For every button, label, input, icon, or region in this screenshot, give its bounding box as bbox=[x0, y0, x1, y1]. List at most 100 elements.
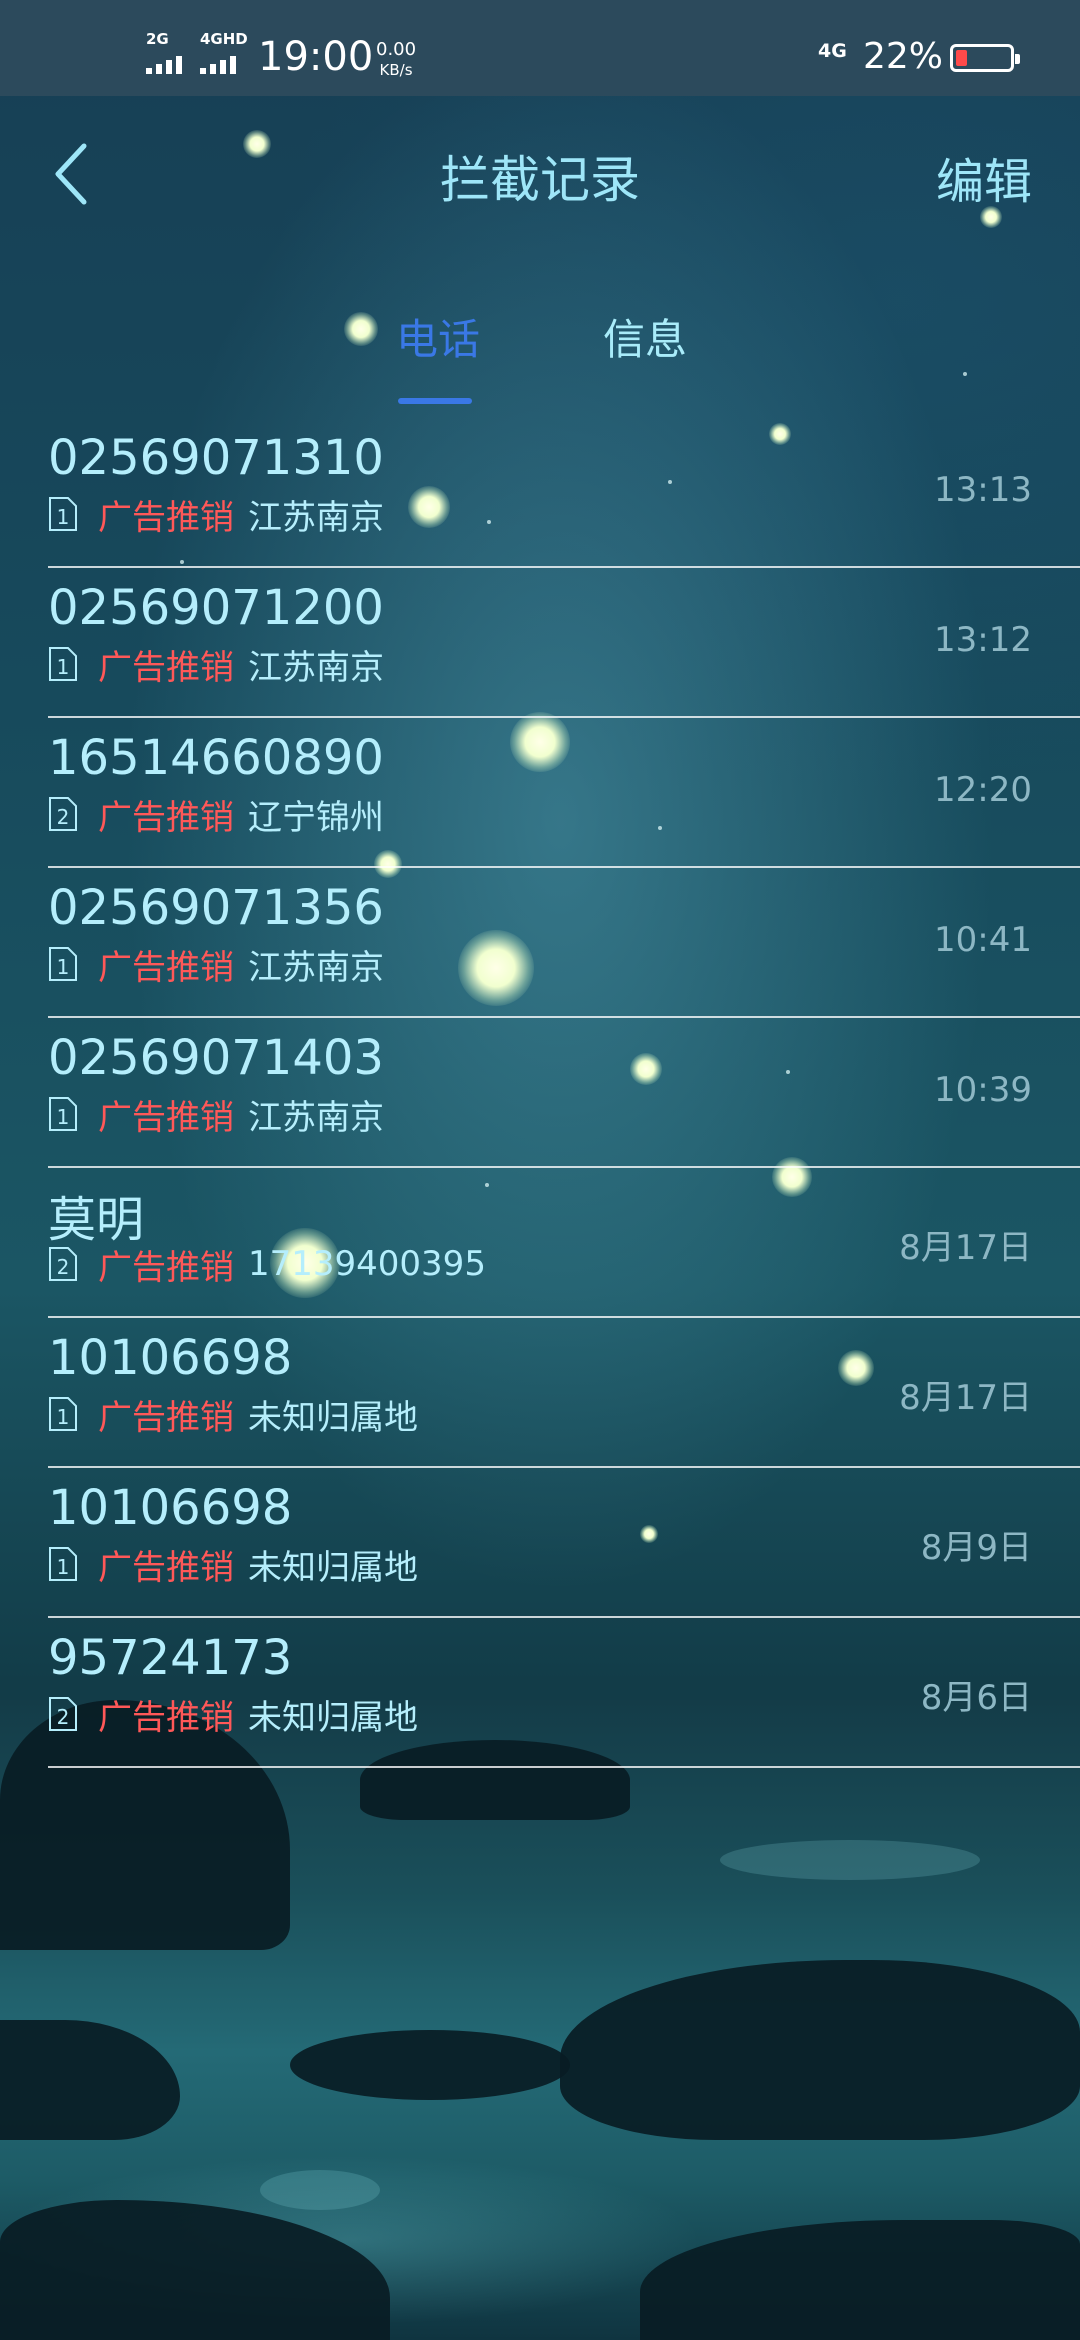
svg-text:1: 1 bbox=[57, 1105, 70, 1129]
caller-number: 95724173 bbox=[48, 1630, 293, 1686]
caller-number: 02569071356 bbox=[48, 880, 384, 936]
sim1-network-type: 2G bbox=[146, 30, 169, 48]
caller-location: 辽宁锦州 bbox=[248, 797, 384, 838]
rock bbox=[560, 1960, 1080, 2140]
caller-info: 1 广告推销 未知归属地 bbox=[48, 1392, 418, 1438]
caller-location: 江苏南京 bbox=[248, 647, 384, 688]
svg-text:1: 1 bbox=[57, 505, 70, 529]
battery-percent: 22% bbox=[863, 36, 944, 77]
sim2-signal-icon bbox=[200, 52, 236, 74]
blocked-call-row[interactable]: 10106698 1 广告推销 未知归属地 8月17日 bbox=[48, 1320, 1080, 1468]
battery-level-fill bbox=[956, 50, 967, 66]
caller-location: 江苏南京 bbox=[248, 497, 384, 538]
caller-info: 2 广告推销 未知归属地 bbox=[48, 1692, 418, 1738]
call-time: 8月17日 bbox=[899, 1378, 1032, 1418]
network-speed-unit: KB/s bbox=[379, 61, 413, 79]
caller-location: 未知归属地 bbox=[248, 1697, 418, 1738]
blocked-call-row[interactable]: 02569071310 1 广告推销 江苏南京 13:13 bbox=[48, 420, 1080, 568]
spam-tag: 广告推销 bbox=[98, 1397, 234, 1438]
spam-tag: 广告推销 bbox=[98, 497, 234, 538]
caller-location: 江苏南京 bbox=[248, 947, 384, 988]
blocked-call-row[interactable]: 10106698 1 广告推销 未知归属地 8月9日 bbox=[48, 1470, 1080, 1618]
caller-info: 1 广告推销 江苏南京 bbox=[48, 1092, 384, 1138]
caller-info: 2 广告推销 辽宁锦州 bbox=[48, 792, 384, 838]
rock bbox=[640, 2220, 1080, 2340]
tab-bar: 电话 信息 bbox=[0, 300, 1080, 410]
caller-number: 10106698 bbox=[48, 1480, 293, 1536]
blocked-call-list: 02569071310 1 广告推销 江苏南京 13:13 0256907120… bbox=[48, 420, 1080, 1770]
caller-info: 1 广告推销 未知归属地 bbox=[48, 1542, 418, 1588]
svg-text:2: 2 bbox=[57, 1255, 70, 1279]
call-time: 13:12 bbox=[934, 620, 1032, 660]
edit-button[interactable]: 编辑 bbox=[936, 142, 1032, 212]
spam-tag: 广告推销 bbox=[98, 647, 234, 688]
caller-number: 16514660890 bbox=[48, 730, 384, 786]
blocked-call-row[interactable]: 02569071403 1 广告推销 江苏南京 10:39 bbox=[48, 1020, 1080, 1168]
water-reflection bbox=[260, 2170, 380, 2210]
network-speed-value: 0.00 bbox=[376, 39, 417, 60]
caller-info: 1 广告推销 江苏南京 bbox=[48, 492, 384, 538]
spam-tag: 广告推销 bbox=[98, 1547, 234, 1588]
spam-tag: 广告推销 bbox=[98, 797, 234, 838]
spam-tag: 广告推销 bbox=[98, 947, 234, 988]
sim1-card-icon: 1 bbox=[48, 1096, 78, 1132]
caller-location: 未知归属地 bbox=[248, 1547, 418, 1588]
rock bbox=[0, 2020, 180, 2140]
call-time: 10:39 bbox=[934, 1070, 1032, 1110]
rock bbox=[290, 2030, 570, 2100]
caller-number: 10106698 bbox=[48, 1330, 293, 1386]
caller-info: 1 广告推销 江苏南京 bbox=[48, 642, 384, 688]
caller-info: 1 广告推销 江苏南京 bbox=[48, 942, 384, 988]
sim2-card-icon: 2 bbox=[48, 1246, 78, 1282]
caller-number: 02569071310 bbox=[48, 430, 384, 486]
water-reflection bbox=[720, 1840, 980, 1880]
blocked-call-row[interactable]: 95724173 2 广告推销 未知归属地 8月6日 bbox=[48, 1620, 1080, 1768]
blocked-call-row[interactable]: 16514660890 2 广告推销 辽宁锦州 12:20 bbox=[48, 720, 1080, 868]
sim1-card-icon: 1 bbox=[48, 1546, 78, 1582]
tab-message[interactable]: 信息 bbox=[603, 306, 687, 367]
spam-tag: 广告推销 bbox=[98, 1097, 234, 1138]
svg-text:1: 1 bbox=[57, 1405, 70, 1429]
page-title: 拦截记录 bbox=[440, 151, 640, 209]
call-time: 12:20 bbox=[934, 770, 1032, 810]
sim2-network-type: 4GHD bbox=[200, 30, 248, 48]
sim2-card-icon: 2 bbox=[48, 1696, 78, 1732]
tab-phone[interactable]: 电话 bbox=[396, 306, 480, 367]
rock bbox=[0, 2200, 390, 2340]
caller-number: 02569071200 bbox=[48, 580, 384, 636]
network-4g-icon: 4G bbox=[818, 40, 847, 62]
svg-text:1: 1 bbox=[57, 1555, 70, 1579]
call-time: 8月17日 bbox=[899, 1228, 1032, 1268]
svg-text:1: 1 bbox=[57, 655, 70, 679]
svg-text:2: 2 bbox=[57, 1705, 70, 1729]
call-time: 13:13 bbox=[934, 470, 1032, 510]
caller-info: 2 广告推销 17139400395 bbox=[48, 1242, 486, 1288]
sim2-card-icon: 2 bbox=[48, 796, 78, 832]
call-time: 8月6日 bbox=[920, 1678, 1032, 1718]
call-time: 10:41 bbox=[934, 920, 1032, 960]
status-time: 19:00 bbox=[258, 34, 374, 80]
blocked-call-row[interactable]: 02569071200 1 广告推销 江苏南京 13:12 bbox=[48, 570, 1080, 718]
svg-text:1: 1 bbox=[57, 955, 70, 979]
battery-icon bbox=[950, 44, 1020, 72]
active-tab-indicator bbox=[398, 398, 472, 404]
caller-number: 02569071403 bbox=[48, 1030, 384, 1086]
network-speed: 0.00 KB/s bbox=[376, 40, 416, 80]
call-time: 8月9日 bbox=[920, 1528, 1032, 1568]
blocked-call-row[interactable]: 02569071356 1 广告推销 江苏南京 10:41 bbox=[48, 870, 1080, 1018]
blocked-call-row[interactable]: 莫明 2 广告推销 17139400395 8月17日 bbox=[48, 1170, 1080, 1318]
sim1-card-icon: 1 bbox=[48, 1396, 78, 1432]
sim1-card-icon: 1 bbox=[48, 496, 78, 532]
svg-text:2: 2 bbox=[57, 805, 70, 829]
caller-location: 江苏南京 bbox=[248, 1097, 384, 1138]
app-header: 拦截记录 编辑 bbox=[0, 96, 1080, 256]
spam-tag: 广告推销 bbox=[98, 1697, 234, 1738]
rocky-shore bbox=[0, 1700, 1080, 2340]
sim1-signal-icon bbox=[146, 52, 182, 74]
caller-location: 17139400395 bbox=[248, 1244, 486, 1284]
caller-location: 未知归属地 bbox=[248, 1397, 418, 1438]
sim1-card-icon: 1 bbox=[48, 646, 78, 682]
status-bar: 2G 4GHD 19:00 0.00 KB/s 4G 22% bbox=[0, 0, 1080, 96]
spam-tag: 广告推销 bbox=[98, 1247, 234, 1288]
sim1-card-icon: 1 bbox=[48, 946, 78, 982]
